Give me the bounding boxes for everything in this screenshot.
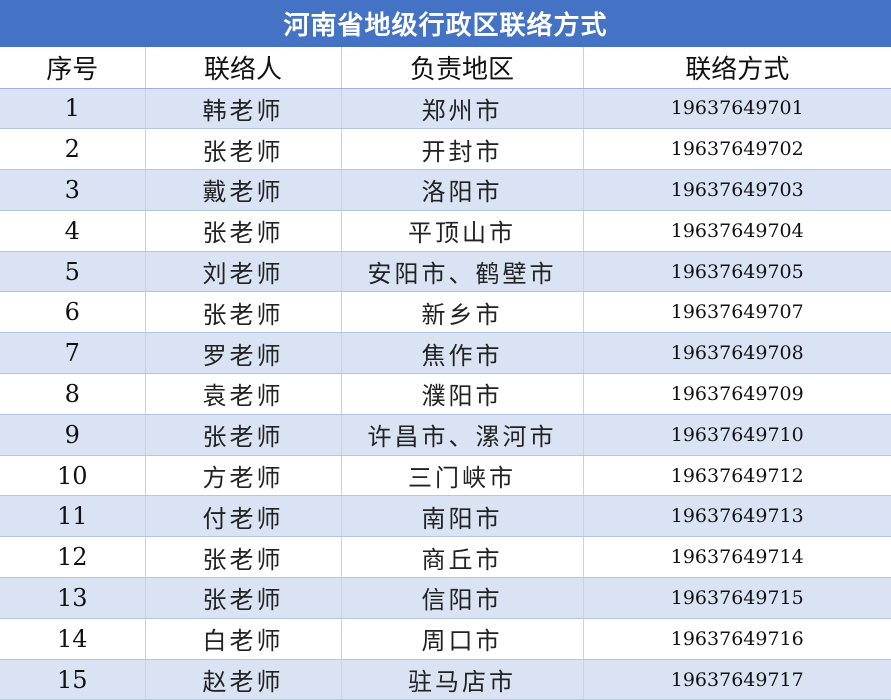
seq-cell: 1 bbox=[0, 88, 146, 130]
person-cell: 方老师 bbox=[145, 455, 342, 497]
table-row: 8 袁老师 濮阳市 19637649709 bbox=[0, 373, 891, 415]
contact-table: 序号 联络人 负责地区 联络方式 1 韩老师 郑州市 19637649701 2… bbox=[0, 47, 891, 700]
sheet-title: 河南省地级行政区联络方式 bbox=[0, 0, 891, 47]
region-cell: 许昌市、漯河市 bbox=[341, 414, 584, 456]
phone-cell: 19637649707 bbox=[583, 291, 891, 334]
phone-cell: 19637649705 bbox=[583, 251, 891, 293]
person-cell: 刘老师 bbox=[145, 251, 342, 293]
phone-cell: 19637649710 bbox=[583, 414, 891, 456]
person-cell: 付老师 bbox=[145, 495, 342, 538]
seq-cell: 5 bbox=[0, 251, 146, 293]
region-cell: 南阳市 bbox=[341, 495, 584, 538]
region-cell: 新乡市 bbox=[341, 291, 584, 334]
person-cell: 罗老师 bbox=[145, 332, 342, 375]
region-cell: 焦作市 bbox=[341, 332, 584, 375]
seq-cell: 11 bbox=[0, 495, 146, 538]
phone-cell: 19637649713 bbox=[583, 495, 891, 538]
person-cell: 张老师 bbox=[145, 210, 342, 252]
phone-cell: 19637649716 bbox=[583, 618, 891, 660]
column-header-region: 负责地区 bbox=[341, 47, 584, 89]
person-cell: 张老师 bbox=[145, 414, 342, 456]
seq-cell: 3 bbox=[0, 169, 146, 211]
phone-cell: 19637649701 bbox=[583, 88, 891, 130]
seq-cell: 7 bbox=[0, 332, 146, 375]
person-cell: 戴老师 bbox=[145, 169, 342, 211]
region-cell: 平顶山市 bbox=[341, 210, 584, 252]
phone-cell: 19637649714 bbox=[583, 536, 891, 579]
table-row: 6 张老师 新乡市 19637649707 bbox=[0, 291, 891, 334]
phone-cell: 19637649709 bbox=[583, 373, 891, 415]
table-row: 13 张老师 信阳市 19637649715 bbox=[0, 577, 891, 619]
column-header-phone: 联络方式 bbox=[583, 47, 891, 89]
phone-cell: 19637649702 bbox=[583, 128, 891, 171]
region-cell: 开封市 bbox=[341, 128, 584, 171]
region-cell: 周口市 bbox=[341, 618, 584, 660]
table-row: 12 张老师 商丘市 19637649714 bbox=[0, 536, 891, 579]
contact-sheet: 河南省地级行政区联络方式 序号 联络人 负责地区 联络方式 1 韩老师 郑州市 … bbox=[0, 0, 891, 700]
seq-cell: 10 bbox=[0, 455, 146, 497]
region-cell: 郑州市 bbox=[341, 88, 584, 130]
seq-cell: 9 bbox=[0, 414, 146, 456]
region-cell: 安阳市、鹤壁市 bbox=[341, 251, 584, 293]
seq-cell: 14 bbox=[0, 618, 146, 660]
phone-cell: 19637649704 bbox=[583, 210, 891, 252]
person-cell: 白老师 bbox=[145, 618, 342, 660]
seq-cell: 2 bbox=[0, 128, 146, 171]
seq-cell: 13 bbox=[0, 577, 146, 619]
table-row: 10 方老师 三门峡市 19637649712 bbox=[0, 455, 891, 497]
person-cell: 袁老师 bbox=[145, 373, 342, 415]
phone-cell: 19637649717 bbox=[583, 659, 891, 700]
person-cell: 张老师 bbox=[145, 577, 342, 619]
phone-cell: 19637649703 bbox=[583, 169, 891, 211]
column-header-seq: 序号 bbox=[0, 47, 146, 89]
table-row: 14 白老师 周口市 19637649716 bbox=[0, 618, 891, 660]
person-cell: 张老师 bbox=[145, 291, 342, 334]
region-cell: 驻马店市 bbox=[341, 659, 584, 700]
region-cell: 商丘市 bbox=[341, 536, 584, 579]
region-cell: 濮阳市 bbox=[341, 373, 584, 415]
region-cell: 洛阳市 bbox=[341, 169, 584, 211]
table-row: 11 付老师 南阳市 19637649713 bbox=[0, 495, 891, 538]
seq-cell: 15 bbox=[0, 659, 146, 700]
phone-cell: 19637649715 bbox=[583, 577, 891, 619]
table-row: 4 张老师 平顶山市 19637649704 bbox=[0, 210, 891, 252]
table-row: 3 戴老师 洛阳市 19637649703 bbox=[0, 169, 891, 211]
seq-cell: 8 bbox=[0, 373, 146, 415]
person-cell: 韩老师 bbox=[145, 88, 342, 130]
table-row: 5 刘老师 安阳市、鹤壁市 19637649705 bbox=[0, 251, 891, 293]
person-cell: 张老师 bbox=[145, 536, 342, 579]
region-cell: 信阳市 bbox=[341, 577, 584, 619]
person-cell: 张老师 bbox=[145, 128, 342, 171]
phone-cell: 19637649712 bbox=[583, 455, 891, 497]
seq-cell: 4 bbox=[0, 210, 146, 252]
table-row: 7 罗老师 焦作市 19637649708 bbox=[0, 332, 891, 375]
table-row: 2 张老师 开封市 19637649702 bbox=[0, 128, 891, 171]
column-header-person: 联络人 bbox=[145, 47, 342, 89]
seq-cell: 12 bbox=[0, 536, 146, 579]
region-cell: 三门峡市 bbox=[341, 455, 584, 497]
table-row: 15 赵老师 驻马店市 19637649717 bbox=[0, 659, 891, 700]
phone-cell: 19637649708 bbox=[583, 332, 891, 375]
seq-cell: 6 bbox=[0, 291, 146, 334]
table-row: 1 韩老师 郑州市 19637649701 bbox=[0, 88, 891, 130]
header-row: 序号 联络人 负责地区 联络方式 bbox=[0, 47, 891, 89]
table-row: 9 张老师 许昌市、漯河市 19637649710 bbox=[0, 414, 891, 456]
person-cell: 赵老师 bbox=[145, 659, 342, 700]
